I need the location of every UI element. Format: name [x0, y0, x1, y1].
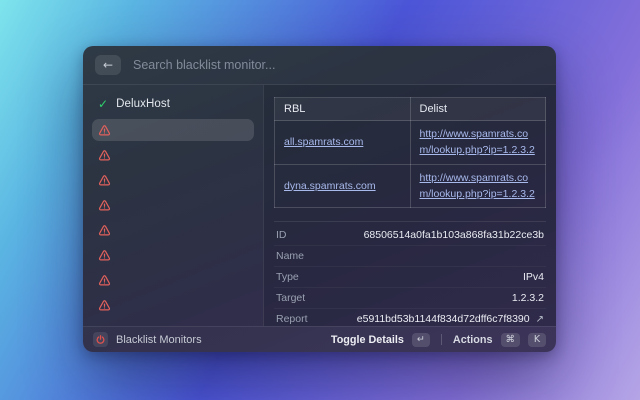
alert-list — [92, 119, 254, 316]
rbl-table: RBL Delist all.spamrats.com http://www.s… — [274, 97, 546, 209]
cmd-key-badge: ⌘ — [500, 332, 520, 347]
list-item-alert[interactable] — [92, 194, 254, 216]
metadata-row-type: Type IPv4 — [274, 267, 546, 289]
power-icon — [96, 335, 105, 344]
warning-triangle-icon — [98, 174, 111, 185]
column-header-rbl: RBL — [274, 97, 411, 121]
warning-triangle-icon — [98, 224, 111, 235]
metadata-label: Target — [276, 292, 306, 305]
search-input[interactable] — [131, 57, 544, 73]
metadata-value: IPv4 — [522, 271, 544, 284]
metadata-row-id: ID 68506514a0fa1b103a868fa31b22ce3b — [274, 225, 546, 247]
back-arrow-icon: ← — [102, 58, 114, 72]
delist-link[interactable]: http://www.spamrats.com/lookup.php?ip=1.… — [420, 128, 535, 156]
rbl-link[interactable]: dyna.spamrats.com — [284, 180, 376, 192]
detail-panel: RBL Delist all.spamrats.com http://www.s… — [263, 85, 556, 326]
list-item-alert[interactable] — [92, 144, 254, 166]
metadata-value: 68506514a0fa1b103a868fa31b22ce3b — [363, 229, 544, 242]
warning-triangle-icon — [98, 249, 111, 260]
warning-triangle-icon — [98, 299, 111, 310]
report-hash: e5911bd53b1144f834d72dff6c7f8390 — [356, 313, 530, 326]
host-label: DeluxHost — [116, 98, 171, 110]
delist-link[interactable]: http://www.spamrats.com/lookup.php?ip=1.… — [420, 172, 535, 200]
list-item-alert[interactable] — [92, 169, 254, 191]
app-icon — [93, 332, 108, 347]
list-item-alert[interactable] — [92, 294, 254, 316]
check-icon: ✓ — [98, 97, 109, 111]
warning-triangle-icon — [98, 274, 111, 285]
external-link-icon: ↗ — [535, 313, 544, 325]
actions-button[interactable]: Actions — [453, 334, 493, 346]
sidebar: ✓ DeluxHost — [83, 85, 263, 326]
list-item-alert[interactable] — [92, 119, 254, 141]
metadata-list: ID 68506514a0fa1b103a868fa31b22ce3b Name… — [274, 222, 546, 329]
list-item-alert[interactable] — [92, 219, 254, 241]
app-name-label: Blacklist Monitors — [116, 333, 202, 346]
list-item-alert[interactable] — [92, 244, 254, 266]
warning-triangle-icon — [98, 124, 111, 135]
report-value[interactable]: e5911bd53b1144f834d72dff6c7f8390 ↗ — [357, 313, 544, 325]
rbl-link[interactable]: all.spamrats.com — [284, 136, 363, 148]
table-row: dyna.spamrats.com http://www.spamrats.co… — [274, 163, 546, 209]
search-bar: ← — [83, 46, 556, 85]
metadata-value: 1.2.3.2 — [511, 292, 544, 305]
k-key-badge: K — [528, 332, 546, 347]
column-header-delist: Delist — [409, 97, 546, 121]
metadata-label: Type — [276, 271, 299, 284]
table-header-row: RBL Delist — [274, 97, 546, 121]
enter-key-badge: ↵ — [411, 332, 430, 347]
list-item-alert[interactable] — [92, 269, 254, 291]
back-button[interactable]: ← — [95, 55, 121, 75]
main-area: ✓ DeluxHost RBL Delist all.spamrats.com … — [83, 85, 556, 326]
metadata-label: ID — [276, 229, 287, 242]
metadata-label: Report — [276, 313, 308, 326]
metadata-row-name: Name — [274, 246, 546, 268]
toggle-details-button[interactable]: Toggle Details — [331, 334, 404, 346]
footer-divider — [440, 334, 442, 345]
metadata-row-target: Target 1.2.3.2 — [274, 288, 546, 310]
sidebar-item-deluxhost[interactable]: ✓ DeluxHost — [92, 93, 254, 115]
blacklist-monitor-window: ← ✓ DeluxHost RBL Delist — [83, 46, 556, 352]
footer-bar: Blacklist Monitors Toggle Details ↵ Acti… — [83, 326, 556, 352]
warning-triangle-icon — [98, 199, 111, 210]
warning-triangle-icon — [98, 149, 111, 160]
metadata-label: Name — [276, 250, 305, 263]
table-row: all.spamrats.com http://www.spamrats.com… — [274, 120, 546, 165]
